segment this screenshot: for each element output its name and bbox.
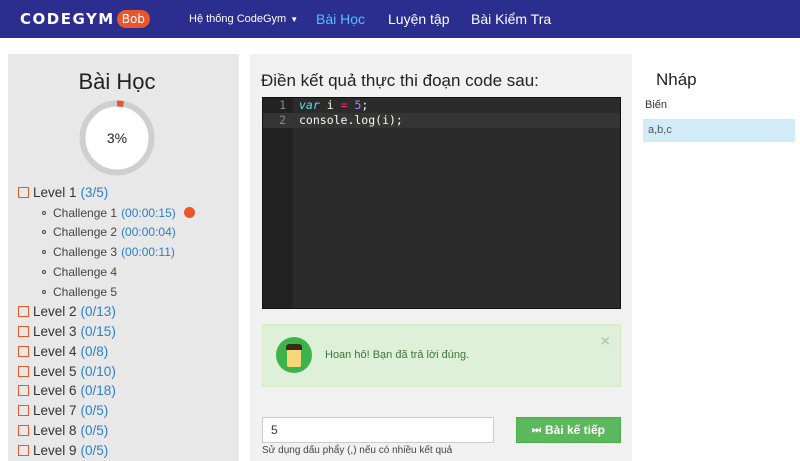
alert-message: Hoan hô! Bạn đã trả lời đúng. <box>325 349 470 361</box>
level-label: Level 5 <box>33 363 77 379</box>
challenge-time: (00:00:11) <box>121 245 175 260</box>
checkbox-icon <box>18 424 29 436</box>
top-navbar: CODEGYM Bob Hệ thống CodeGym ▼ Bài Học Lu… <box>0 0 800 38</box>
challenge-item[interactable]: Challenge 5 <box>18 282 233 302</box>
checkbox-icon <box>18 405 29 417</box>
level-count: (0/5) <box>80 422 109 438</box>
checkbox-icon <box>18 345 29 357</box>
level-label: Level 4 <box>33 343 77 359</box>
checkbox-icon <box>18 306 29 318</box>
draft-title: Nháp <box>656 70 697 89</box>
codegym-logo[interactable]: CODEGYM Bob <box>20 7 150 31</box>
question-text: Điền kết quả thực thi đoạn code sau: <box>261 71 539 90</box>
code-text: console.log(i); <box>299 113 403 127</box>
code-keyword: var <box>299 98 320 112</box>
avatar-face <box>287 347 301 367</box>
next-lesson-button[interactable]: ⏭ Bài kế tiếp <box>516 417 621 443</box>
challenge-label: Challenge 4 <box>53 265 118 280</box>
checkbox-icon <box>18 187 29 199</box>
challenge-panel: Điền kết quả thực thi đoạn code sau: 1 va… <box>250 54 632 461</box>
level-count: (0/5) <box>80 442 109 458</box>
level-item[interactable]: Level 9 (0/5) <box>18 440 233 460</box>
code-operator: = <box>340 98 348 112</box>
level-count: (0/8) <box>80 343 109 359</box>
variables-label: Biến <box>645 99 668 111</box>
code-line: 1 var i = 5; <box>263 98 620 113</box>
code-text: i <box>319 98 341 112</box>
success-alert: Hoan hô! Bạn đã trả lời đúng. × <box>262 324 621 387</box>
bullet-icon <box>42 289 46 294</box>
challenge-item[interactable]: Challenge 1 (00:00:15) <box>18 203 233 223</box>
code-editor[interactable]: 1 var i = 5; 2 console.log(i); <box>262 97 621 309</box>
nav-tests[interactable]: Bài Kiểm Tra <box>471 0 551 38</box>
checkbox-icon <box>18 325 29 337</box>
level-item[interactable]: Level 6 (0/18) <box>18 381 233 401</box>
level-item[interactable]: Level 2 (0/13) <box>18 302 233 322</box>
next-lesson-label: Bài kế tiếp <box>544 423 606 437</box>
nav-lessons[interactable]: Bài Học <box>316 0 365 38</box>
bullet-icon <box>42 270 46 275</box>
level-item[interactable]: Level 8 (0/5) <box>18 421 233 441</box>
line-number: 2 <box>279 113 286 127</box>
level-list: Level 1 (3/5) Challenge 1 (00:00:15) Cha… <box>18 183 233 460</box>
logo-text: CODEGYM <box>20 10 115 28</box>
level-label: Level 3 <box>33 323 77 339</box>
checkbox-icon <box>18 385 29 397</box>
level-item[interactable]: Level 4 (0/8) <box>18 341 233 361</box>
variables-box[interactable]: a,b,c <box>643 119 795 142</box>
line-number: 1 <box>279 98 286 112</box>
level-item[interactable]: Level 7 (0/5) <box>18 401 233 421</box>
challenge-item[interactable]: Challenge 4 <box>18 262 233 282</box>
nav-practice[interactable]: Luyện tập <box>388 0 450 38</box>
level-count: (0/10) <box>80 363 116 379</box>
level-item[interactable]: Level 3 (0/15) <box>18 322 233 342</box>
bullet-icon <box>42 210 46 215</box>
input-hint: Sử dụng dấu phẩy (,) nếu có nhiều kết qu… <box>262 445 453 456</box>
current-indicator-icon <box>183 207 195 219</box>
level-count: (3/5) <box>80 185 109 201</box>
progress-percent: 3% <box>106 130 128 146</box>
nav-system-label: Hệ thống CodeGym <box>189 13 287 25</box>
bullet-icon <box>42 250 46 255</box>
fast-forward-icon: ⏭ <box>531 424 541 436</box>
challenge-label: Challenge 5 <box>53 284 118 299</box>
level-label: Level 6 <box>33 383 77 399</box>
level-count: (0/13) <box>80 304 116 320</box>
level-count: (0/15) <box>80 323 116 339</box>
challenge-label: Challenge 3 <box>53 245 118 260</box>
logo-badge: Bob <box>116 10 150 28</box>
answer-input[interactable] <box>262 417 494 443</box>
nav-system-dropdown[interactable]: Hệ thống CodeGym ▼ <box>189 0 298 38</box>
level-label: Level 2 <box>33 304 77 320</box>
level-label: Level 9 <box>33 442 77 458</box>
challenge-item[interactable]: Challenge 3 (00:00:11) <box>18 242 233 262</box>
challenge-time: (00:00:15) <box>121 205 176 220</box>
editor-gutter <box>263 98 293 308</box>
sidebar-title: Bài Học <box>78 69 156 94</box>
checkbox-icon <box>18 365 29 377</box>
lesson-sidebar: Bài Học 3% Level 1 (3/5) Challenge 1 (00… <box>8 54 239 461</box>
level-label: Level 8 <box>33 422 77 438</box>
level-item[interactable]: Level 5 (0/10) <box>18 361 233 381</box>
code-text: ; <box>361 98 369 112</box>
level-count: (0/18) <box>80 383 116 399</box>
bullet-icon <box>42 230 46 235</box>
avatar-hair <box>286 344 302 350</box>
level-item[interactable]: Level 1 (3/5) <box>18 183 233 203</box>
level-label: Level 1 <box>33 185 77 201</box>
mascot-avatar <box>276 337 312 373</box>
challenge-item[interactable]: Challenge 2 (00:00:04) <box>18 223 233 243</box>
challenge-label: Challenge 2 <box>53 225 118 240</box>
checkbox-icon <box>18 444 29 456</box>
level-label: Level 7 <box>33 403 77 419</box>
level-count: (0/5) <box>80 403 109 419</box>
code-line: 2 console.log(i); <box>263 113 620 128</box>
caret-down-icon: ▼ <box>290 15 299 24</box>
close-icon[interactable]: × <box>601 333 610 351</box>
challenge-label: Challenge 1 <box>53 205 118 220</box>
challenge-time: (00:00:04) <box>121 225 176 240</box>
